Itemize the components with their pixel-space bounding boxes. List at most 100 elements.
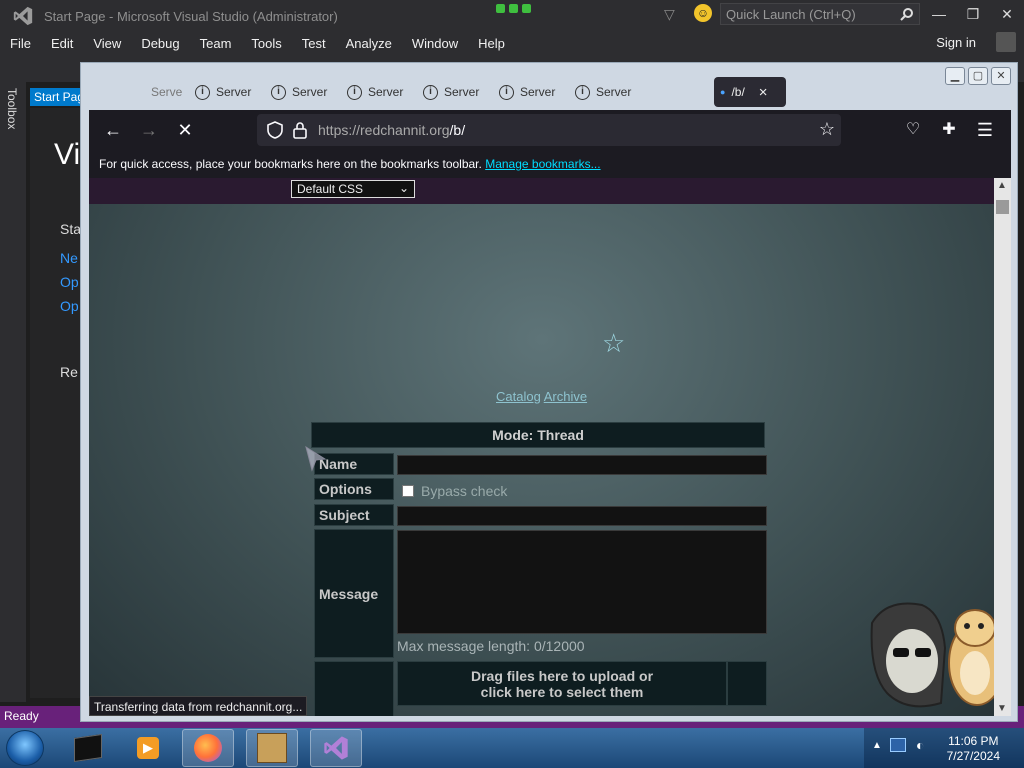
notification-filter-icon[interactable]: ▽ (664, 6, 675, 23)
menu-file[interactable]: File (0, 36, 41, 51)
archive-link[interactable]: Archive (544, 389, 587, 404)
dropzone-side-cell (727, 661, 767, 706)
start-page-heading: Vi (54, 138, 81, 171)
files-label (314, 661, 394, 716)
tab-label: /b/ (731, 85, 745, 99)
page-content: Default CSS ⌄ ☆ Catalog Archive Mode: Th… (89, 178, 994, 716)
loading-dot-icon: ● (720, 87, 726, 97)
taskbar-terminal-icon[interactable] (62, 729, 114, 767)
tab-label: Server (596, 85, 632, 99)
taskbar-visual-studio-icon[interactable] (310, 729, 362, 767)
manage-bookmarks-link[interactable]: Manage bookmarks... (485, 157, 600, 171)
menu-test[interactable]: Test (292, 36, 336, 51)
ff-minimize-button[interactable]: ▁ (945, 67, 965, 85)
site-star-icon: ☆ (602, 328, 626, 358)
max-message-length: Max message length: 0/12000 (397, 638, 585, 654)
subject-label: Subject (314, 504, 394, 526)
toolbox-label: Toolbox (5, 88, 19, 130)
board-links: Catalog Archive (496, 389, 587, 404)
taskbar-firefox-icon[interactable] (182, 729, 234, 767)
menu-team[interactable]: Team (190, 36, 242, 51)
vs-title-bar: Start Page - Microsoft Visual Studio (Ad… (0, 0, 1024, 32)
extensions-icon[interactable]: ✚ (937, 118, 961, 142)
taskbar-game-icon[interactable] (246, 729, 298, 767)
tab-server-3[interactable]: i Server (265, 77, 341, 107)
scroll-down-icon[interactable]: ▼ (997, 703, 1007, 714)
menu-help[interactable]: Help (468, 36, 515, 51)
catalog-link[interactable]: Catalog (496, 389, 541, 404)
tab-label: Server (292, 85, 328, 99)
taskbar-media-player-icon[interactable]: ▶ (122, 729, 174, 767)
url-bar[interactable]: https://redchannit.org/b/ ☆ (257, 114, 841, 146)
ff-close-button[interactable]: ✕ (991, 67, 1011, 85)
live-share-indicator (496, 4, 531, 13)
file-dropzone[interactable]: Drag files here to upload or click here … (397, 661, 727, 706)
tab-server-6[interactable]: i Server (493, 77, 569, 107)
feedback-smiley-icon[interactable]: ☺ (694, 4, 712, 22)
url-host: https://redchannit.org (318, 122, 450, 138)
info-icon: i (271, 84, 286, 100)
message-label: Message (314, 529, 394, 658)
ff-maximize-button[interactable]: ▢ (968, 67, 988, 85)
tab-server-5[interactable]: i Server (417, 77, 493, 107)
tab-label: Server (216, 85, 252, 99)
info-icon: i (195, 84, 210, 100)
bypass-check-option[interactable]: Bypass check (402, 483, 507, 499)
mouse-cursor-icon (305, 446, 327, 472)
tab-server-1[interactable]: Serve (145, 77, 195, 107)
lock-icon[interactable] (293, 121, 307, 139)
volume-icon[interactable]: ◐ (916, 737, 924, 753)
message-textarea[interactable] (397, 530, 767, 634)
tab-label: Server (444, 85, 480, 99)
css-theme-select[interactable]: Default CSS ⌄ (291, 180, 415, 198)
menu-edit[interactable]: Edit (41, 36, 83, 51)
minimize-button[interactable]: — (922, 0, 956, 28)
name-input[interactable] (397, 455, 767, 475)
tab-close-icon[interactable]: × (759, 84, 768, 101)
restore-button[interactable]: ❐ (956, 0, 990, 28)
stop-loading-icon[interactable]: ✕ (173, 118, 197, 142)
tab-label: Server (520, 85, 556, 99)
bookmarks-toolbar: For quick access, place your bookmarks h… (89, 150, 1011, 178)
toolbox-panel[interactable]: Toolbox (0, 82, 26, 702)
sign-in-link[interactable]: Sign in (936, 35, 976, 50)
menu-hamburger-icon[interactable]: ☰ (973, 118, 997, 142)
tab-server-2[interactable]: i Server (189, 77, 265, 107)
menu-view[interactable]: View (83, 36, 131, 51)
menu-debug[interactable]: Debug (131, 36, 189, 51)
menu-analyze[interactable]: Analyze (336, 36, 402, 51)
info-icon: i (575, 84, 590, 100)
bypass-checkbox[interactable] (402, 485, 414, 497)
tab-server-7[interactable]: i Server (569, 77, 645, 107)
dropzone-line-1: Drag files here to upload or (470, 668, 654, 684)
vertical-scrollbar[interactable]: ▲ ▼ (994, 178, 1011, 716)
start-link-new[interactable]: Ne (60, 250, 78, 266)
start-link-open[interactable]: Op (60, 274, 79, 290)
scroll-up-icon[interactable]: ▲ (997, 180, 1007, 191)
bookmark-star-icon[interactable]: ☆ (819, 119, 835, 140)
firefox-window: Serve i Server i Server i Server i Serve… (80, 62, 1018, 722)
account-icon[interactable] (996, 32, 1016, 52)
bookmarks-hint: For quick access, place your bookmarks h… (99, 157, 482, 171)
pocket-icon[interactable]: ♡ (901, 118, 925, 142)
dropzone-line-2: click here to select them (480, 684, 644, 700)
subject-input[interactable] (397, 506, 767, 526)
scrollbar-thumb[interactable] (996, 200, 1009, 214)
bypass-label: Bypass check (421, 483, 508, 499)
tab-active-b[interactable]: ● /b/ × (714, 77, 786, 107)
status-text: Ready (4, 709, 39, 723)
network-icon[interactable] (890, 738, 906, 752)
taskbar-clock[interactable]: 11:06 PM 7/27/2024 (947, 734, 1000, 764)
start-button-icon[interactable] (6, 730, 44, 766)
tab-server-4[interactable]: i Server (341, 77, 417, 107)
forward-arrow-icon[interactable]: → (137, 118, 161, 142)
menu-window[interactable]: Window (402, 36, 468, 51)
quick-launch-input[interactable]: Quick Launch (Ctrl+Q) (720, 3, 920, 25)
tracking-shield-icon[interactable] (267, 121, 283, 139)
menu-tools[interactable]: Tools (241, 36, 291, 51)
window-title: Start Page - Microsoft Visual Studio (Ad… (44, 8, 338, 24)
close-button[interactable]: ✕ (990, 0, 1024, 28)
start-link-open-2[interactable]: Op (60, 298, 79, 314)
tray-expand-icon[interactable]: ▲ (872, 740, 882, 751)
back-arrow-icon[interactable]: ← (101, 118, 125, 142)
